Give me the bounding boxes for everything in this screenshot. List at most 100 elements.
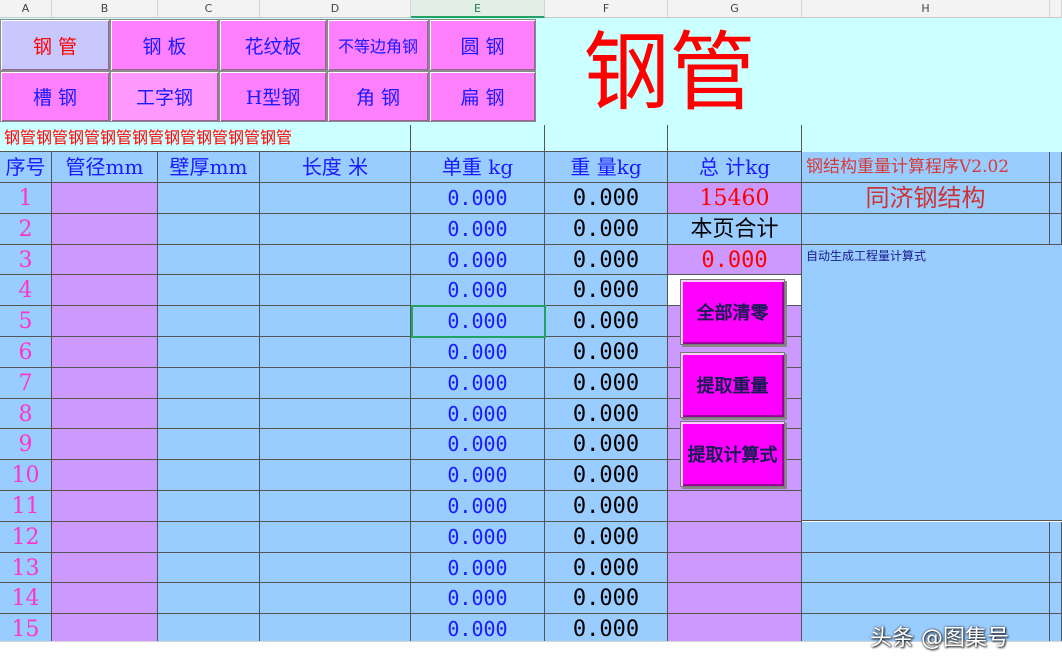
weight-cell[interactable]: 0.000 — [545, 244, 668, 276]
nav-button-row1-3[interactable]: 不等边角钢 — [327, 19, 429, 71]
side-cell[interactable] — [802, 583, 1050, 615]
pipe-diameter-cell[interactable] — [52, 183, 158, 214]
weight-cell[interactable]: 0.000 — [545, 337, 668, 368]
weight-cell[interactable]: 0.000 — [545, 306, 668, 337]
column-header-e[interactable]: E — [411, 0, 545, 18]
unit-weight-cell[interactable]: 0.000 — [411, 583, 545, 615]
pipe-diameter-cell[interactable] — [52, 491, 158, 522]
nav-button-row1-2[interactable]: 花纹板 — [219, 19, 327, 71]
weight-cell[interactable]: 0.000 — [545, 213, 668, 245]
total-cell[interactable] — [668, 491, 802, 522]
length-cell[interactable] — [260, 429, 411, 461]
length-cell[interactable] — [260, 460, 411, 491]
wall-thickness-cell[interactable] — [158, 398, 260, 430]
pipe-diameter-cell[interactable] — [52, 213, 158, 245]
unit-weight-cell[interactable]: 0.000 — [411, 183, 545, 214]
weight-cell[interactable]: 0.000 — [545, 552, 668, 584]
unit-weight-cell[interactable]: 0.000 — [411, 521, 545, 553]
column-header-g[interactable]: G — [668, 0, 802, 18]
length-cell[interactable] — [260, 337, 411, 368]
unit-weight-cell[interactable]: 0.000 — [411, 460, 545, 491]
macro-button-1[interactable]: 提取重量 — [680, 352, 785, 418]
unit-weight-cell[interactable]: 0.000 — [411, 398, 545, 430]
wall-thickness-cell[interactable] — [158, 491, 260, 522]
weight-cell[interactable]: 0.000 — [545, 183, 668, 214]
column-header-f[interactable]: F — [545, 0, 668, 18]
length-cell[interactable] — [260, 521, 411, 553]
wall-thickness-cell[interactable] — [158, 337, 260, 368]
side-cell[interactable] — [802, 521, 1050, 553]
column-header-b[interactable]: B — [52, 0, 158, 18]
wall-thickness-cell[interactable] — [158, 583, 260, 615]
nav-button-row2-2[interactable]: H型钢 — [219, 71, 327, 122]
wall-thickness-cell[interactable] — [158, 244, 260, 276]
unit-weight-cell[interactable]: 0.000 — [411, 213, 545, 245]
length-cell[interactable] — [260, 583, 411, 615]
weight-cell[interactable]: 0.000 — [545, 583, 668, 615]
length-cell[interactable] — [260, 491, 411, 522]
pipe-diameter-cell[interactable] — [52, 337, 158, 368]
nav-button-row2-0[interactable]: 槽 钢 — [0, 71, 110, 122]
column-header-h[interactable]: H — [802, 0, 1050, 18]
length-cell[interactable] — [260, 244, 411, 276]
pipe-diameter-cell[interactable] — [52, 521, 158, 553]
weight-cell[interactable]: 0.000 — [545, 367, 668, 399]
pipe-diameter-cell[interactable] — [52, 460, 158, 491]
total-cell[interactable] — [668, 521, 802, 553]
pipe-diameter-cell[interactable] — [52, 244, 158, 276]
length-cell[interactable] — [260, 398, 411, 430]
nav-button-row2-3[interactable]: 角 钢 — [327, 71, 429, 122]
side-cell-2[interactable] — [802, 213, 1050, 245]
wall-thickness-cell[interactable] — [158, 429, 260, 461]
total-cell[interactable] — [668, 552, 802, 584]
pipe-diameter-cell[interactable] — [52, 398, 158, 430]
side-cell[interactable] — [802, 552, 1050, 584]
length-cell[interactable] — [260, 213, 411, 245]
length-cell[interactable] — [260, 183, 411, 214]
macro-button-0[interactable]: 全部清零 — [680, 279, 785, 345]
nav-button-row1-4[interactable]: 圆 钢 — [429, 19, 536, 71]
pipe-diameter-cell[interactable] — [52, 275, 158, 307]
grand-total-value: 15460 — [668, 183, 802, 214]
nav-button-row1-0[interactable]: 钢 管 — [0, 19, 110, 71]
auto-formula-area[interactable]: 自动生成工程量计算式 — [802, 244, 1062, 521]
weight-cell[interactable]: 0.000 — [545, 521, 668, 553]
nav-button-row2-4[interactable]: 扁 钢 — [429, 71, 536, 122]
pipe-diameter-cell[interactable] — [52, 552, 158, 584]
unit-weight-cell[interactable]: 0.000 — [411, 337, 545, 368]
nav-button-row2-1[interactable]: 工字钢 — [110, 71, 219, 122]
column-header-d[interactable]: D — [260, 0, 411, 18]
weight-cell[interactable]: 0.000 — [545, 460, 668, 491]
pipe-diameter-cell[interactable] — [52, 306, 158, 337]
macro-button-2[interactable]: 提取计算式 — [680, 421, 785, 487]
length-cell[interactable] — [260, 306, 411, 337]
weight-cell[interactable]: 0.000 — [545, 275, 668, 307]
wall-thickness-cell[interactable] — [158, 552, 260, 584]
length-cell[interactable] — [260, 367, 411, 399]
column-header-c[interactable]: C — [158, 0, 260, 18]
weight-cell[interactable]: 0.000 — [545, 429, 668, 461]
unit-weight-cell[interactable]: 0.000 — [411, 275, 545, 307]
total-cell[interactable] — [668, 583, 802, 615]
wall-thickness-cell[interactable] — [158, 275, 260, 307]
wall-thickness-cell[interactable] — [158, 521, 260, 553]
wall-thickness-cell[interactable] — [158, 367, 260, 399]
weight-cell[interactable]: 0.000 — [545, 398, 668, 430]
length-cell[interactable] — [260, 275, 411, 307]
wall-thickness-cell[interactable] — [158, 213, 260, 245]
unit-weight-cell[interactable]: 0.000 — [411, 429, 545, 461]
unit-weight-cell[interactable]: 0.000 — [411, 367, 545, 399]
nav-button-row1-1[interactable]: 钢 板 — [110, 19, 219, 71]
unit-weight-cell[interactable]: 0.000 — [411, 244, 545, 276]
pipe-diameter-cell[interactable] — [52, 429, 158, 461]
column-header-a[interactable]: A — [0, 0, 52, 18]
weight-cell[interactable]: 0.000 — [545, 491, 668, 522]
unit-weight-cell[interactable]: 0.000 — [411, 491, 545, 522]
unit-weight-cell[interactable]: 0.000 — [411, 552, 545, 584]
wall-thickness-cell[interactable] — [158, 460, 260, 491]
wall-thickness-cell[interactable] — [158, 183, 260, 214]
pipe-diameter-cell[interactable] — [52, 583, 158, 615]
pipe-diameter-cell[interactable] — [52, 367, 158, 399]
wall-thickness-cell[interactable] — [158, 306, 260, 337]
length-cell[interactable] — [260, 552, 411, 584]
